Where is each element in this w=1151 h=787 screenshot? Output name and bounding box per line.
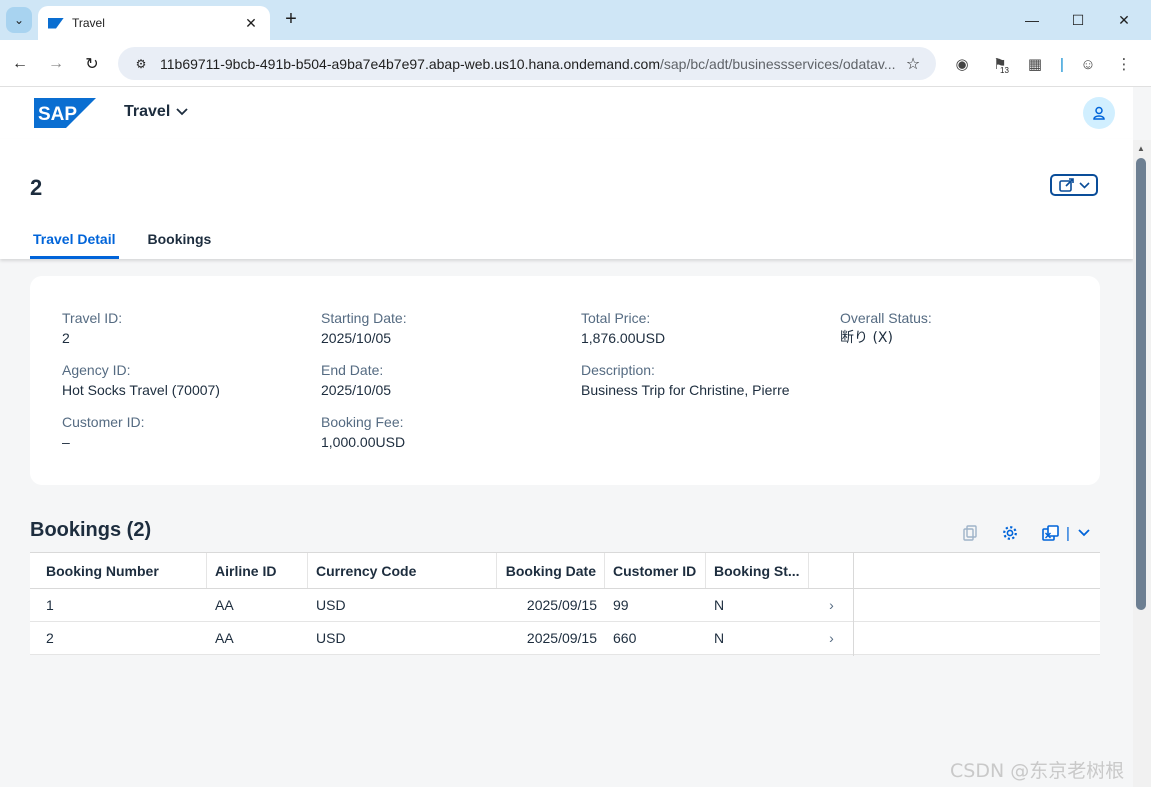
cell-booking-date: 2025/09/15	[526, 597, 597, 613]
cell-booking-status: N	[714, 597, 725, 613]
bookings-table: Booking Number Airline ID Currency Code …	[30, 552, 1100, 656]
field-starting-date: Starting Date: 2025/10/05	[321, 310, 407, 346]
browser-tab[interactable]: Travel ✕	[38, 6, 270, 40]
row-navigation-chevron-icon[interactable]: ›	[809, 589, 854, 621]
tab-search-icon[interactable]: ⌄	[6, 7, 32, 33]
profile-icon[interactable]: ☺	[1076, 52, 1100, 76]
chevron-down-icon	[1078, 181, 1090, 189]
back-icon[interactable]: ←	[6, 50, 34, 78]
field-overall-status: Overall Status: 断り (X)	[840, 310, 932, 346]
table-row[interactable]: 1 AA USD 2025/09/15 99 N ›	[30, 589, 1100, 622]
app-title: Travel	[124, 103, 171, 120]
app-title-menu[interactable]: Travel	[124, 103, 188, 121]
cell-customer-id: 660	[613, 630, 637, 646]
new-tab-icon[interactable]: +	[280, 8, 302, 30]
field-agency-id: Agency ID: Hot Socks Travel (70007)	[62, 362, 220, 398]
table-row[interactable]: 2 AA USD 2025/09/15 660 N ›	[30, 622, 1100, 655]
maximize-icon[interactable]: ☐	[1055, 6, 1101, 34]
column-header-currency-code[interactable]: Currency Code	[308, 553, 497, 588]
fiori-app: SAP Travel 2 Travel Detail Bookings Trav…	[0, 87, 1133, 787]
field-booking-fee: Booking Fee: 1,000.00USD	[321, 414, 406, 450]
travel-detail-card: Travel ID: 2 Agency ID: Hot Socks Travel…	[30, 276, 1100, 485]
browser-tabstrip: ⌄ Travel ✕ + — ☐ ✕	[0, 0, 1151, 40]
toolbar-separator: |	[1066, 524, 1070, 542]
cell-airline-id: AA	[215, 597, 234, 613]
close-tab-icon[interactable]: ✕	[242, 15, 260, 32]
field-description: Description: Business Trip for Christine…	[581, 362, 790, 398]
cell-airline-id: AA	[215, 630, 234, 646]
url-text[interactable]: 11b69711-9bcb-491b-b504-a9ba7e4b7e97.aba…	[160, 56, 902, 72]
watermark: CSDN @东京老树根	[950, 760, 1125, 782]
cell-currency-code: USD	[316, 597, 346, 613]
column-header-booking-status[interactable]: Booking St...	[706, 553, 809, 588]
row-navigation-chevron-icon[interactable]: ›	[809, 622, 854, 654]
share-icon	[1058, 178, 1074, 192]
share-button[interactable]	[1050, 174, 1098, 196]
divider-icon: |	[1060, 55, 1064, 73]
bookings-section-title: Bookings (2)	[30, 519, 152, 541]
user-icon	[1093, 106, 1105, 120]
page-scrollbar[interactable]: ▲	[1133, 140, 1151, 787]
cell-booking-number: 1	[46, 597, 54, 613]
column-header-booking-date[interactable]: Booking Date	[497, 553, 605, 588]
field-total-price: Total Price: 1,876.00USD	[581, 310, 666, 346]
column-header-airline-id[interactable]: Airline ID	[207, 553, 308, 588]
field-travel-id: Travel ID: 2	[62, 310, 123, 346]
section-tabs: Travel Detail Bookings	[30, 225, 240, 259]
shell-bar: SAP Travel	[0, 87, 1133, 139]
sap-logo-icon[interactable]: SAP	[34, 98, 96, 128]
extensions-icon[interactable]: ▦	[1023, 52, 1047, 76]
chevron-down-icon[interactable]	[1076, 523, 1092, 543]
page-title: 2	[30, 175, 43, 200]
field-customer-id: Customer ID: –	[62, 414, 145, 450]
table-right-border	[853, 553, 854, 656]
cell-booking-date: 2025/09/15	[526, 630, 597, 646]
camera-icon[interactable]: ◉	[950, 52, 974, 76]
user-avatar[interactable]	[1083, 97, 1115, 129]
bookmark-star-icon[interactable]: ☆	[902, 54, 924, 74]
address-bar[interactable]: ⚙ 11b69711-9bcb-491b-b504-a9ba7e4b7e97.a…	[118, 47, 936, 80]
cell-currency-code: USD	[316, 630, 346, 646]
cell-customer-id: 99	[613, 597, 629, 613]
column-header-navigation	[809, 553, 854, 588]
sap-logo-text: SAP	[38, 104, 77, 125]
cell-booking-status: N	[714, 630, 725, 646]
scrollbar-thumb[interactable]	[1136, 158, 1146, 610]
object-page-header: 2 Travel Detail Bookings	[0, 139, 1133, 259]
browser-toolbar: ← → ↻ ⚙ 11b69711-9bcb-491b-b504-a9ba7e4b…	[0, 40, 1151, 87]
minimize-icon[interactable]: —	[1009, 6, 1055, 34]
reload-icon[interactable]: ↻	[78, 50, 106, 78]
menu-icon[interactable]: ⋮	[1112, 52, 1136, 76]
scroll-up-icon[interactable]: ▲	[1137, 144, 1145, 153]
tab-bookings[interactable]: Bookings	[145, 225, 215, 259]
settings-gear-icon[interactable]	[1000, 523, 1020, 543]
copy-icon[interactable]	[960, 523, 980, 543]
field-end-date: End Date: 2025/10/05	[321, 362, 392, 398]
table-header-row: Booking Number Airline ID Currency Code …	[30, 553, 1100, 589]
forward-icon[interactable]: →	[42, 50, 70, 78]
sap-favicon-icon	[48, 17, 64, 29]
column-header-booking-number[interactable]: Booking Number	[30, 553, 207, 588]
site-settings-icon[interactable]: ⚙	[130, 53, 152, 75]
extension-badge: 13	[999, 66, 1010, 75]
export-excel-icon[interactable]	[1040, 523, 1060, 543]
browser-tab-title: Travel	[72, 16, 105, 30]
chevron-down-icon	[176, 108, 188, 116]
column-header-customer-id[interactable]: Customer ID	[605, 553, 706, 588]
cell-booking-number: 2	[46, 630, 54, 646]
tab-travel-detail[interactable]: Travel Detail	[30, 225, 119, 259]
close-window-icon[interactable]: ✕	[1101, 6, 1147, 34]
